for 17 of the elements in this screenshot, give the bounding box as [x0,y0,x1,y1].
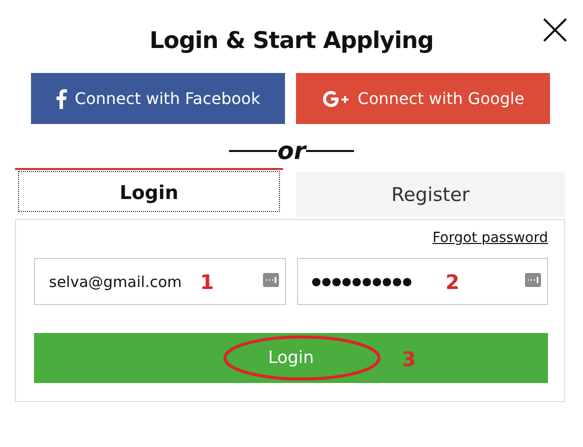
close-icon[interactable] [543,18,567,42]
forgot-password-link[interactable]: Forgot password [432,230,548,246]
password-field[interactable]: ●●●●●●●●●● 2 [296,258,548,305]
annotation-number: 3 [402,347,416,371]
google-button[interactable]: Connect with Google [296,73,550,124]
tab[interactable]: Login [15,168,283,215]
tab[interactable]: Register [296,172,565,217]
facebook-button[interactable]: Connect with Facebook [31,73,285,124]
google-plus-icon [322,90,350,108]
or-divider-label: or [277,139,306,163]
email-field[interactable]: selva@gmail.com 1 [34,258,286,305]
dialog-title: Login & Start Applying [149,28,434,54]
facebook-icon [56,88,67,108]
password-manager-icon[interactable] [262,273,278,287]
annotation-number: 1 [200,270,214,294]
annotation-number: 2 [446,270,460,294]
password-manager-icon[interactable] [525,273,541,287]
